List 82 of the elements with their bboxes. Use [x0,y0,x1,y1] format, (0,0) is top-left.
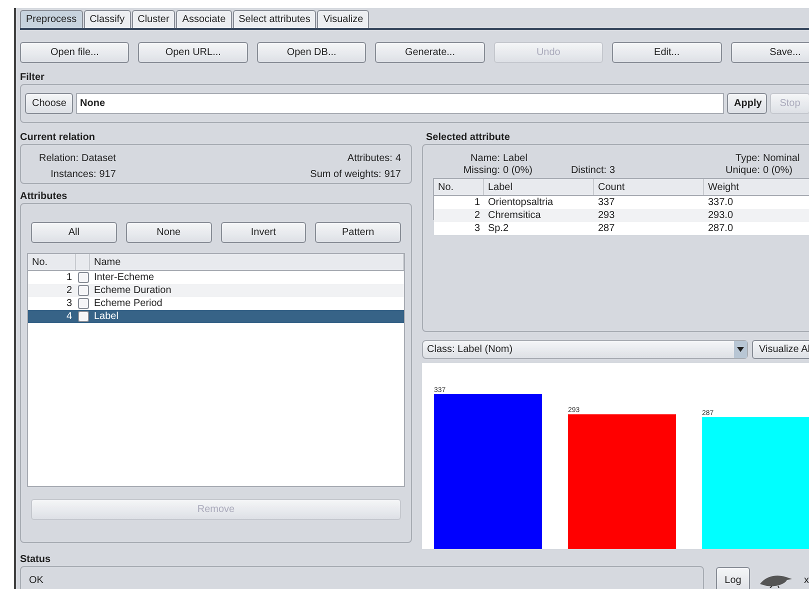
apply-button[interactable]: Apply [727,93,767,114]
checkbox[interactable] [78,272,88,283]
info-value: 3 [610,165,616,176]
section-title: Filter [20,71,46,84]
table-cell-text: 337.0 [707,197,734,208]
value-row[interactable]: 2 Chremsitica 293 293.0 [434,209,809,222]
toolbar-button[interactable]: Open DB... [256,42,366,63]
log-button[interactable]: Log [716,567,750,589]
row-number: 4 [65,311,73,322]
table-cell-text: 293 [597,210,616,221]
info-label: Relation: [39,153,78,166]
table-cell-text: 287.0 [707,223,734,234]
info-value: Dataset [81,153,116,166]
info-value: Label [503,153,528,164]
toolbar-button[interactable]: Edit... [612,42,722,63]
column-header[interactable]: No. [28,254,76,270]
table-cell-text: 2 [473,210,481,221]
info-value: 917 [99,168,116,182]
info-label: Attributes: [347,153,392,166]
attribute-name: Echeme Duration [93,285,172,296]
table-cell-text: 337 [597,197,616,208]
info-value: Nominal [763,153,801,164]
table-cell-text: 287 [597,223,616,234]
table-cell-text: Chremsitica [487,210,542,221]
tab[interactable]: Cluster [132,10,176,28]
section-title: Selected attribute [425,131,511,144]
tab[interactable]: Associate [176,10,232,28]
table-cell-text: Orientopsaltria [487,197,554,208]
column-header[interactable]: Count [594,179,704,195]
info-value: 0 (0%) [503,165,534,176]
table-cell-text: Sp.2 [487,223,510,234]
info-label: Distinct: [570,165,606,176]
section-title: Attributes [20,190,68,203]
info-value: 4 [395,153,401,166]
info-label: Name: [470,153,500,164]
section-title: Current relation [20,131,96,144]
section-title: Status [20,553,52,566]
attribute-name: Inter-Echeme [93,272,156,283]
tab[interactable]: Classify [84,10,131,28]
toolbar-button[interactable]: Generate... [375,42,485,63]
attribute-row[interactable]: 4 Label [28,310,404,323]
toolbar-button[interactable]: Open URL... [138,42,248,63]
selection-button[interactable]: Pattern [315,222,401,243]
attribute-name: Label [93,311,120,322]
selection-button[interactable]: All [31,222,117,243]
choose-button[interactable]: Choose [25,93,73,114]
column-header[interactable]: Label [484,179,594,195]
column-header[interactable]: Weight [704,179,809,195]
row-number: 1 [65,272,73,283]
info-label: Missing: [463,165,500,176]
attribute-row[interactable]: 2 Echeme Duration [28,284,404,297]
checkbox[interactable] [78,311,88,322]
value-row[interactable]: 3 Sp.2 287 287.0 [434,222,809,235]
info-value: 917 [384,168,401,182]
selection-button[interactable]: None [126,222,212,243]
info-label: Instances: [50,168,96,182]
class-dropdown[interactable]: Class: Label (Nom) [422,340,748,359]
table-cell-text: 3 [473,223,481,234]
column-header[interactable]: No. [434,179,484,195]
table-cell-text: 293.0 [707,210,734,221]
caret-icon [734,341,747,358]
tab[interactable]: Visualize [317,10,370,28]
attribute-name: Echeme Period [93,298,164,309]
checkbox[interactable] [78,298,88,309]
filter-field[interactable]: None [76,93,724,114]
column-header[interactable]: Name [90,254,404,270]
status-bar: OK [20,566,704,589]
row-number: 2 [65,285,73,296]
row-number: 3 [65,298,73,309]
info-value: 0 (0%) [763,165,794,176]
toolbar-button[interactable]: Save... [730,42,809,63]
checkbox[interactable] [78,285,88,296]
tab[interactable]: Preprocess [20,10,83,28]
toolbar-button[interactable]: Open file... [20,42,130,63]
visualize-button[interactable]: Visualize Al [752,340,809,359]
selection-button[interactable]: Invert [220,222,306,243]
info-label: Type: [736,153,760,164]
tab[interactable]: Select attributes [232,10,316,28]
info-label: Unique: [726,165,760,176]
table-cell-text: 1 [473,197,481,208]
count-label: x [804,574,809,586]
info-label: Sum of weights: [310,168,382,182]
